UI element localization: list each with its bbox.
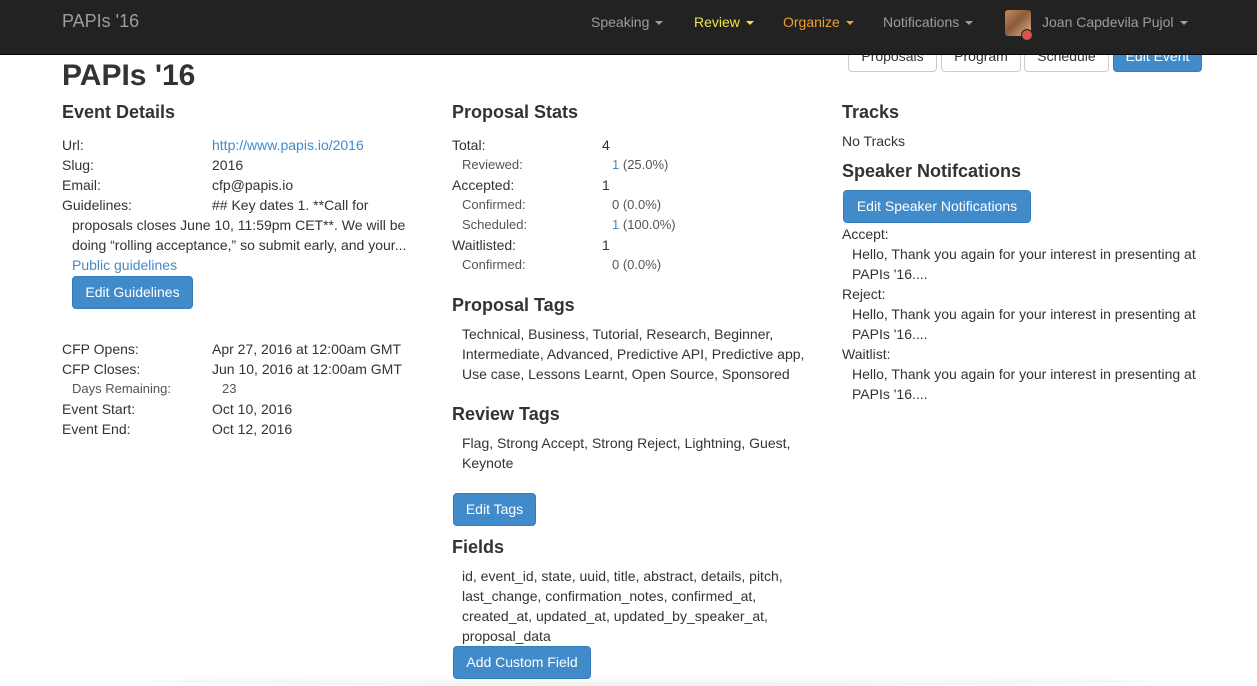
caret-down-icon <box>655 21 664 26</box>
reject-label: Reject: <box>842 286 886 302</box>
fields-line2: last_change, confirmation_notes, confirm… <box>462 588 757 604</box>
event-end-label: Event End: <box>62 421 131 437</box>
caret-down-icon <box>845 21 854 26</box>
waitlist-text-line1: Hello, Thank you again for your interest… <box>852 366 1196 382</box>
waitlist-label: Waitlist: <box>842 346 891 362</box>
confirmed-value: 0 (0.0%) <box>612 197 662 212</box>
nav-user-label: Joan Capdevila Pujol <box>1042 14 1174 30</box>
accept-label: Accept: <box>842 226 889 242</box>
nav-organize-label: Organize <box>783 14 840 30</box>
add-custom-field-button[interactable]: Add Custom Field <box>453 646 591 679</box>
top-navbar: PAPIs '16 Speaking Review Organize Notif… <box>0 0 1257 55</box>
event-end-value: Oct 12, 2016 <box>212 421 293 437</box>
review-tags-line2: Keynote <box>462 455 514 471</box>
nav-speaking-label: Speaking <box>591 14 650 30</box>
waitlist-text-line2: PAPIs '16.... <box>852 386 928 402</box>
nav-speaking-dropdown[interactable]: Speaking <box>591 12 664 32</box>
tracks-heading: Tracks <box>842 102 900 122</box>
fields-line4: proposal_data <box>462 628 551 644</box>
proposal-stats-heading: Proposal Stats <box>452 102 579 122</box>
public-guidelines-link[interactable]: Public guidelines <box>72 255 177 275</box>
speaker-notifications-heading: Speaker Notifcations <box>842 161 1022 181</box>
waitlist-confirmed-value: 0 (0.0%) <box>612 257 662 272</box>
total-label: Total: <box>452 137 486 153</box>
edit-tags-button[interactable]: Edit Tags <box>453 493 536 526</box>
brand-link[interactable]: PAPIs '16 <box>62 10 139 32</box>
nav-user-dropdown[interactable]: Joan Capdevila Pujol <box>1042 12 1188 32</box>
notification-badge-icon <box>1021 29 1033 41</box>
confirmed-label: Confirmed: <box>462 197 526 212</box>
reject-text-line2: PAPIs '16.... <box>852 326 928 342</box>
edit-speaker-notifications-button[interactable]: Edit Speaker Notifications <box>843 190 1031 223</box>
event-start-label: Event Start: <box>62 401 136 417</box>
proposal-tags-line3: Use case, Lessons Learnt, Open Source, S… <box>462 366 790 382</box>
nav-review-label: Review <box>694 14 740 30</box>
total-value: 4 <box>602 137 610 153</box>
reviewed-percent: (25.0%) <box>622 157 669 172</box>
nav-notifications-dropdown[interactable]: Notifications <box>883 12 974 32</box>
event-details-heading: Event Details <box>62 102 176 122</box>
proposal-tags-heading: Proposal Tags <box>452 295 575 315</box>
cfp-closes-label: CFP Closes: <box>62 361 141 377</box>
accepted-label: Accepted: <box>452 177 515 193</box>
review-tags-line1: Flag, Strong Accept, Strong Reject, Ligh… <box>462 435 791 451</box>
reviewed-count-link[interactable]: 1 <box>612 157 619 172</box>
email-label: Email: <box>62 177 101 193</box>
accept-text-line2: PAPIs '16.... <box>852 266 928 282</box>
waitlist-confirmed-label: Confirmed: <box>462 257 526 272</box>
scheduled-percent: (100.0%) <box>622 217 676 232</box>
scheduled-count-link[interactable]: 1 <box>612 217 619 232</box>
fields-line3: created_at, updated_at, updated_by_speak… <box>462 608 768 624</box>
reviewed-label: Reviewed: <box>462 157 523 172</box>
caret-down-icon <box>965 21 974 26</box>
guidelines-label: Guidelines: <box>62 197 133 213</box>
page-title: PAPIs '16 <box>62 59 196 92</box>
bottom-shadow <box>150 676 1150 686</box>
slug-value: 2016 <box>212 157 244 173</box>
scheduled-label: Scheduled: <box>462 217 528 232</box>
caret-down-icon <box>745 21 754 26</box>
proposal-tags-line2: Intermediate, Advanced, Predictive API, … <box>462 346 805 362</box>
reject-text-line1: Hello, Thank you again for your interest… <box>852 306 1196 322</box>
tracks-empty-text: No Tracks <box>842 133 906 149</box>
email-value: cfp@papis.io <box>212 177 294 193</box>
nav-review-dropdown[interactable]: Review <box>694 12 754 32</box>
event-start-value: Oct 10, 2016 <box>212 401 293 417</box>
days-remaining-label: Days Remaining: <box>72 381 171 396</box>
cfp-closes-value: Jun 10, 2016 at 12:00am GMT <box>212 361 402 377</box>
accept-text-line1: Hello, Thank you again for your interest… <box>852 246 1196 262</box>
nav-organize-dropdown[interactable]: Organize <box>783 12 854 32</box>
edit-guidelines-button[interactable]: Edit Guidelines <box>72 276 193 309</box>
nav-notifications-label: Notifications <box>883 14 960 30</box>
cfp-opens-label: CFP Opens: <box>62 341 139 357</box>
guidelines-text-line3: doing “rolling acceptance,” so submit ea… <box>72 237 407 253</box>
days-remaining-value: 23 <box>222 381 237 396</box>
caret-down-icon <box>1179 21 1188 26</box>
fields-heading: Fields <box>452 537 505 557</box>
waitlisted-label: Waitlisted: <box>452 237 517 253</box>
cfp-opens-value: Apr 27, 2016 at 12:00am GMT <box>212 341 402 357</box>
slug-label: Slug: <box>62 157 94 173</box>
event-url-link[interactable]: http://www.papis.io/2016 <box>212 135 364 155</box>
fields-line1: id, event_id, state, uuid, title, abstra… <box>462 568 783 584</box>
guidelines-text-line2: proposals closes June 10, 11:59pm CET**.… <box>72 217 406 233</box>
proposal-tags-line1: Technical, Business, Tutorial, Research,… <box>462 326 774 342</box>
url-label: Url: <box>62 137 84 153</box>
accepted-value: 1 <box>602 177 610 193</box>
guidelines-text-line1: ## Key dates 1. **Call for <box>212 197 369 213</box>
waitlisted-value: 1 <box>602 237 610 253</box>
review-tags-heading: Review Tags <box>452 404 560 424</box>
